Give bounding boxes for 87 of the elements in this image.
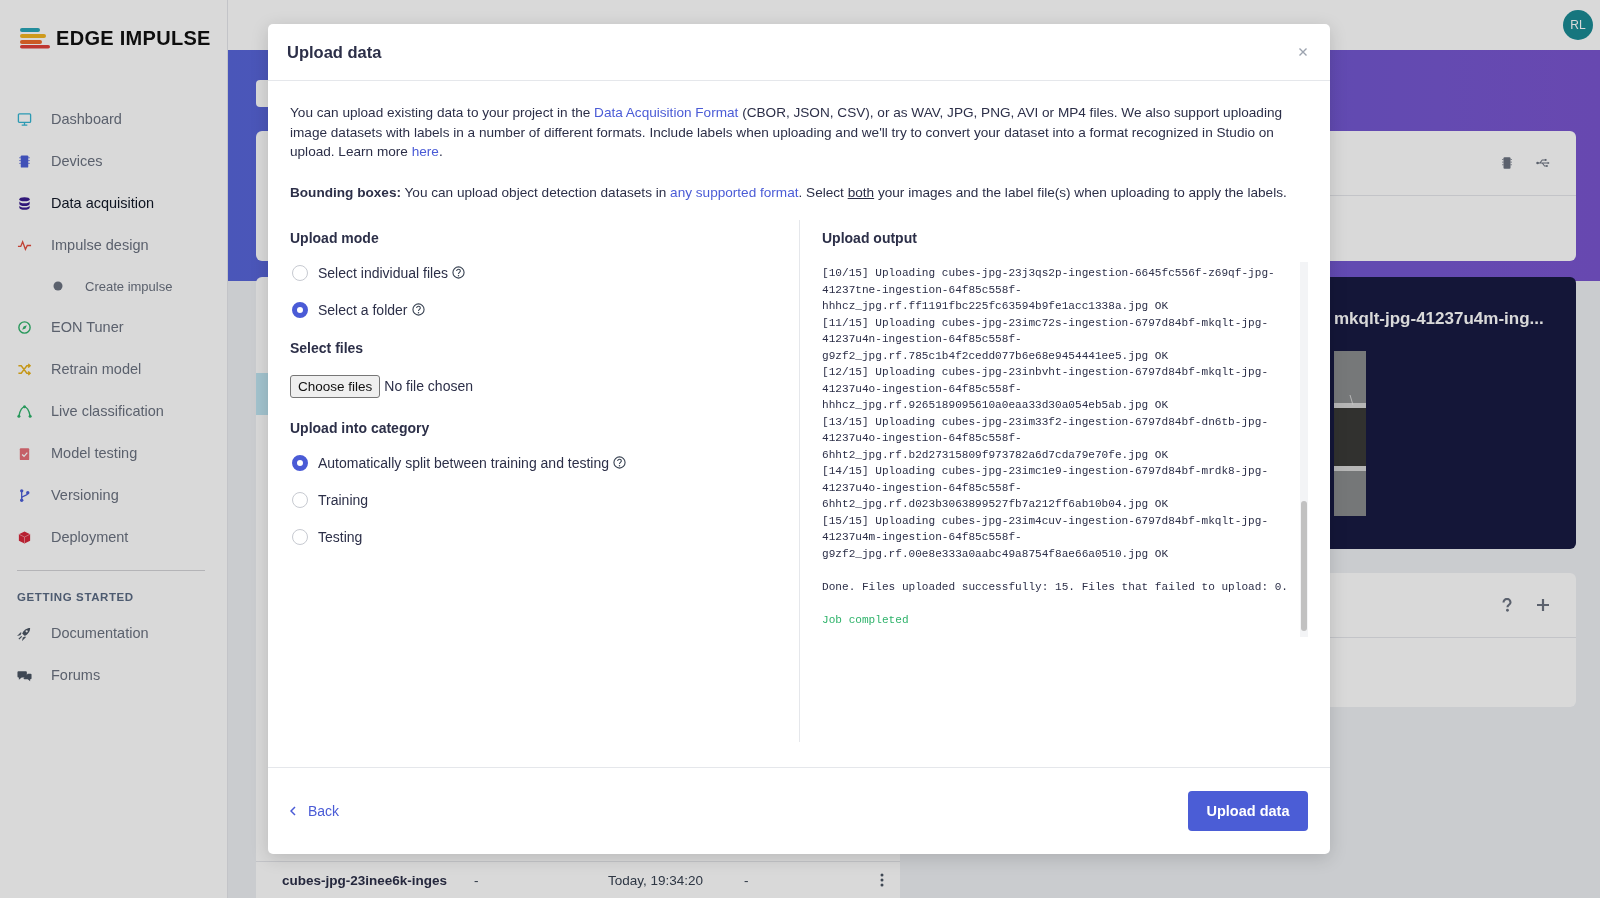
link[interactable]: here [411,144,439,160]
pulse-icon [17,237,32,253]
file-status: No file chosen [384,378,473,395]
cube-icon [17,529,32,545]
log-line: g9zf2_jpg.rf.00e8e333a0aabc49a8754f8ae66a0510.jpg OK [822,546,1170,562]
dot-icon [53,281,63,291]
table-row[interactable]: cubes-jpg-23inee6k-inges - Today, 19:34:20 - [256,861,900,898]
help-icon[interactable] [411,303,425,317]
clipboard-icon [17,445,32,461]
sidebar-item[interactable]: Data acquisition [0,182,227,224]
log-line: 41237u4o-ingestion-64f85c558f- [822,381,1023,397]
table-cell-text: - [474,872,480,888]
radio-label: Testing [318,528,363,545]
sidebar-subitem[interactable]: Create impulse [0,266,227,306]
log-line: hhhcz_jpg.rf.9265189095610a0eaa33d30a054eb5ab.jpg OK [822,398,1170,414]
radio-label: Automatically split between training and testing [318,454,610,471]
upload-data-button[interactable]: Upload data [1188,791,1308,831]
radio-label: Training [318,491,369,508]
help-icon[interactable] [451,266,465,280]
job-status: Job completed [822,612,910,628]
log-line: [15/15] Uploading cubes-jpg-23im4cuv-ingestion-6797d84bf-mkqlt-jpg- [822,513,1270,529]
sidebar-item[interactable]: Live classification [0,390,227,432]
usb-icon[interactable] [1536,156,1550,170]
log-line: [13/15] Uploading cubes-jpg-23im33f2-ingestion-6797d84bf-dn6tb-jpg- [822,414,1270,430]
log-line: g9zf2_jpg.rf.785c1b4f2cedd077b6e68e9454441ee5.jpg OK [822,348,1170,364]
sidebar-item[interactable]: EON Tuner [0,306,227,348]
log-summary: Done. Files uploaded successfully: 15. Files that failed to upload: 0. [822,579,1289,595]
radio-button[interactable] [292,301,308,318]
close-icon[interactable] [1298,47,1308,57]
intro-text: You can upload existing data to your project in the Data Acquisition Format (CBOR, JSON, CSV), or as WAV, JPG, PNG, AVI or MP4 files. We also support uploading image datasets with labels in a number of different formats. Include labels when uploading and we'll try to convert your dataset into a format recognized in Studio on upload. Learn more here. [290,104,1284,162]
sidebar-item[interactable]: Retrain model [0,348,227,390]
rocket-icon [17,625,32,641]
curve-icon [17,403,32,419]
sidebar-item[interactable]: Dashboard [0,98,227,140]
choose-files-button[interactable]: Choose files [290,374,381,398]
chevron-left-icon [290,806,296,816]
user-avatar[interactable]: RL [1563,10,1593,40]
log-line: hhhcz_jpg.rf.ff1191fbc225fc63594b9fe1acc1338a.jpg OK [822,299,1170,315]
section-heading: Select files [290,339,365,359]
scrollbar-thumb[interactable] [1301,501,1307,632]
sidebar-item[interactable]: Model testing [0,432,227,474]
radio-label: Select a folder [318,301,408,318]
log-line: 41237u4o-ingestion-64f85c558f- [822,480,1023,496]
section-heading: GETTING STARTED [16,590,135,605]
table-cell-text: Today, 19:34:20 [608,872,705,888]
logo-icon [18,27,50,49]
sidebar-item[interactable]: Deployment [0,516,227,558]
sidebar-link[interactable]: Forums [0,654,227,696]
branch-icon [17,487,32,503]
log-line: 41237u4m-ingestion-64f85c558f- [822,530,1023,546]
database-icon [17,195,32,211]
log-line: 41237tne-ingestion-64f85c558f- [822,282,1023,298]
section-heading: Upload into category [290,419,431,439]
dialog-title: Upload data [287,42,382,62]
sidebar-item[interactable]: Devices [0,140,227,182]
log-line: 41237u4n-ingestion-64f85c558f- [822,332,1023,348]
plus-icon[interactable] [1536,598,1550,612]
radio-label: Select individual files [318,264,448,281]
log-line: 6hht2_jpg.rf.b2d27315809f973782a6d7cda79e70fe.jpg OK [822,447,1170,463]
bounding-boxes-text: Bounding boxes: You can upload object detection datasets in any supported format. Select both your images and the label file(s) when uploading to apply the labels. [290,183,1288,202]
log-line: [14/15] Uploading cubes-jpg-23imc1e9-ingestion-6797d84bf-mrdk8-jpg- [822,464,1270,480]
monitor-icon [17,111,32,127]
back-link[interactable]: Back [290,803,340,819]
link[interactable]: any supported format [670,184,799,200]
table-cell-text: cubes-jpg-23inee6k-inges [282,872,449,888]
logo-text: EDGE IMPULSE [56,26,211,50]
sidebar-item[interactable]: Impulse design [0,224,227,266]
help-icon[interactable] [1500,598,1514,612]
log-line: 6hht2_jpg.rf.d023b3063899527fb7a212ff6ab10b04.jpg OK [822,497,1170,513]
sidebar-link[interactable]: Documentation [0,612,227,654]
chip-icon [17,153,32,169]
link[interactable]: Data Acquisition Format [594,105,739,120]
log-line: 41237u4o-ingestion-64f85c558f- [822,431,1023,447]
sample-title: mkqlt-jpg-41237u4m-ing... [1334,309,1545,329]
table-cell-text: - [744,872,750,888]
section-heading: Upload mode [290,229,380,249]
help-icon[interactable] [613,456,627,470]
more-icon[interactable] [880,873,884,887]
log-line: [11/15] Uploading cubes-jpg-23imc72s-ingestion-6797d84bf-mkqlt-jpg- [822,315,1270,331]
sidebar-item[interactable]: Versioning [0,474,227,516]
radio-button[interactable] [292,454,308,471]
shuffle-icon [17,361,32,377]
section-heading: Upload output [822,229,918,249]
log-line: [10/15] Uploading cubes-jpg-23j3qs2p-ingestion-6645fc556f-z69qf-jpg- [822,266,1276,282]
compass-icon [17,319,32,335]
chip-icon[interactable] [1500,156,1514,170]
log-line: [12/15] Uploading cubes-jpg-23inbvht-ingestion-6797d84bf-mkqlt-jpg- [822,365,1270,381]
